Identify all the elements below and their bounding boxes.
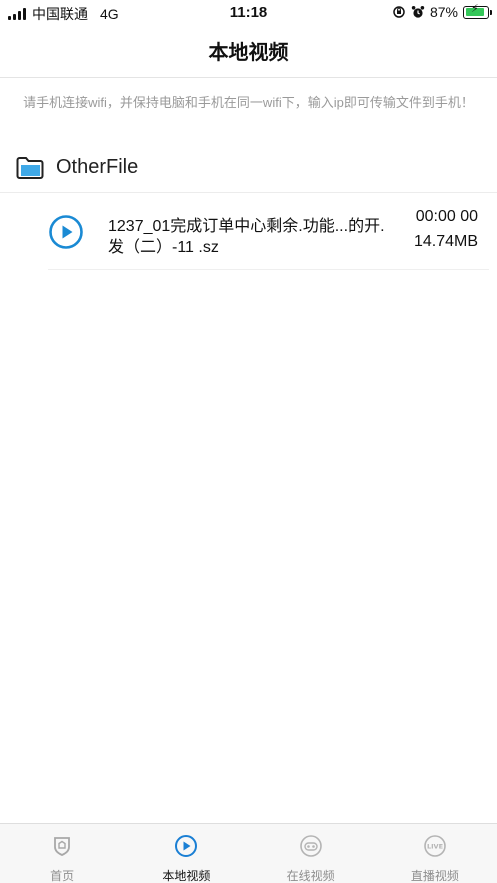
online-video-icon [299,835,322,857]
folder-icon [16,157,44,179]
live-icon: LIVE [424,835,446,857]
tab-label: 在线视频 [286,869,335,883]
tab-live-video[interactable]: LIVE 直播视频 [373,824,497,883]
status-bar: 中国联通 4G 11:18 87% ⚡ [0,0,497,26]
tab-online-video[interactable]: 在线视频 [249,824,373,883]
file-row[interactable]: 1237_01完成订单中心剩余.功能...的开.发（二）-11 .sz 00:0… [0,196,497,268]
file-name: 1237_01完成订单中心剩余.功能...的开.发（二）-11 .sz [108,218,385,256]
tab-home[interactable]: 首页 [0,824,124,883]
nav-divider [0,77,497,78]
battery-icon: ⚡ [463,2,492,19]
folder-divider [0,192,497,193]
tab-bar: 首页 本地视频 在线视频 LIVE 直播视频 [0,823,497,883]
page-title: 本地视频 [208,42,289,64]
battery-percent: 87% [429,4,458,20]
charging-bolt-icon: ⚡ [471,2,479,15]
tab-label: 本地视频 [162,869,211,883]
shield-home-icon [54,837,71,856]
tab-label: 首页 [50,869,75,883]
tab-local-video[interactable]: 本地视频 [124,824,248,883]
folder-header[interactable]: OtherFile [0,150,497,190]
svg-text:LIVE: LIVE [427,843,443,851]
file-divider [48,269,489,270]
file-size: 14.74MB [413,233,478,250]
tab-label: 直播视频 [410,869,459,883]
file-duration: 00:00 00 [415,208,478,225]
play-circle-icon [175,835,198,857]
status-right: 87% ⚡ [392,2,492,20]
orientation-lock-icon [393,6,405,18]
folder-name: OtherFile [56,156,139,178]
play-circle-icon[interactable] [48,214,84,250]
wifi-transfer-hint: 请手机连接wifi，并保持电脑和手机在同一wifi下，输入ip即可传输文件到手机… [23,95,474,110]
alarm-icon [411,6,425,18]
